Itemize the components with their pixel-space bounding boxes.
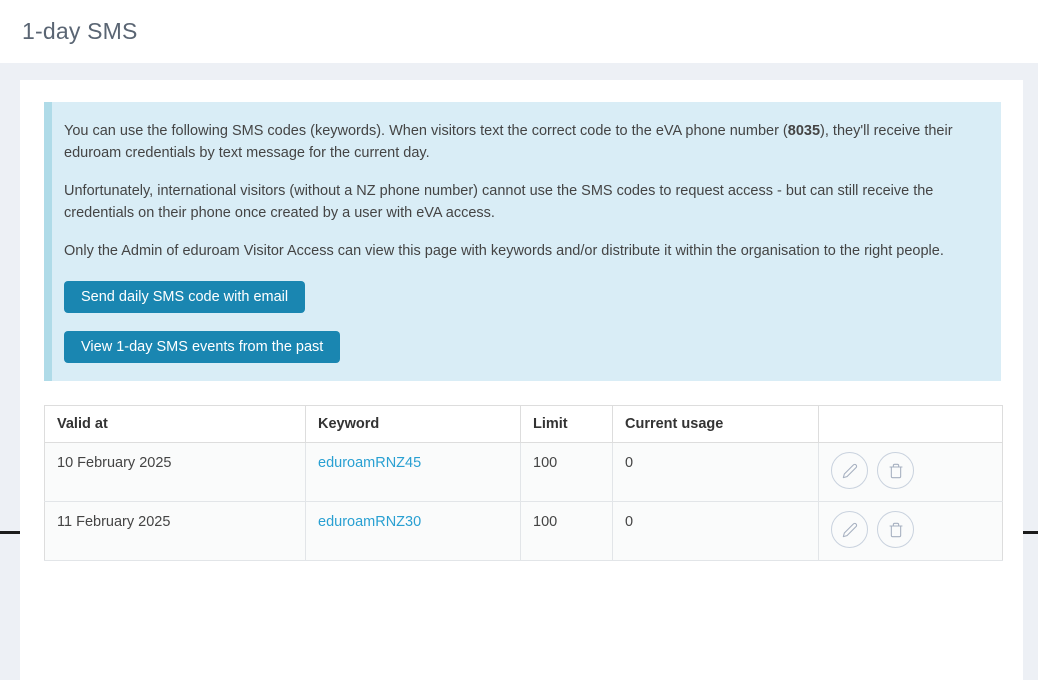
header-actions: [819, 406, 1003, 443]
info-alert: You can use the following SMS codes (key…: [44, 102, 1001, 381]
alert-paragraph-3: Only the Admin of eduroam Visitor Access…: [64, 240, 985, 262]
view-sms-events-button[interactable]: View 1-day SMS events from the past: [64, 331, 340, 363]
actions-cell: [819, 502, 1003, 561]
send-daily-sms-button[interactable]: Send daily SMS code with email: [64, 281, 305, 313]
main-area: You can use the following SMS codes (key…: [0, 63, 1038, 680]
header-current-usage: Current usage: [613, 406, 819, 443]
phone-number: 8035: [788, 123, 820, 139]
delete-button[interactable]: [877, 452, 914, 489]
page-title: 1-day SMS: [22, 18, 138, 45]
limit-cell: 100: [521, 502, 613, 561]
keywords-table: Valid at Keyword Limit Current usage 10 …: [44, 405, 1003, 561]
trash-icon: [888, 522, 904, 538]
trash-icon: [888, 463, 904, 479]
table-row: 10 February 2025 eduroamRNZ45 100 0: [45, 443, 1003, 502]
page-header: 1-day SMS: [0, 0, 1038, 63]
pencil-icon: [842, 522, 858, 538]
content-card: You can use the following SMS codes (key…: [20, 80, 1023, 680]
pencil-icon: [842, 463, 858, 479]
alert-paragraph-1: You can use the following SMS codes (key…: [64, 120, 985, 164]
alert-paragraph-2: Unfortunately, international visitors (w…: [64, 180, 985, 224]
delete-button[interactable]: [877, 511, 914, 548]
table-header: Valid at Keyword Limit Current usage: [45, 406, 1003, 443]
header-limit: Limit: [521, 406, 613, 443]
header-valid-at: Valid at: [45, 406, 306, 443]
actions-cell: [819, 443, 1003, 502]
alert-p1-text: You can use the following SMS codes (key…: [64, 123, 788, 139]
edit-button[interactable]: [831, 452, 868, 489]
keyword-link[interactable]: eduroamRNZ45: [318, 455, 421, 471]
keyword-link[interactable]: eduroamRNZ30: [318, 514, 421, 530]
table-row: 11 February 2025 eduroamRNZ30 100 0: [45, 502, 1003, 561]
current-usage-cell: 0: [613, 502, 819, 561]
valid-at-cell: 10 February 2025: [45, 443, 306, 502]
limit-cell: 100: [521, 443, 613, 502]
current-usage-cell: 0: [613, 443, 819, 502]
header-keyword: Keyword: [306, 406, 521, 443]
edit-button[interactable]: [831, 511, 868, 548]
valid-at-cell: 11 February 2025: [45, 502, 306, 561]
